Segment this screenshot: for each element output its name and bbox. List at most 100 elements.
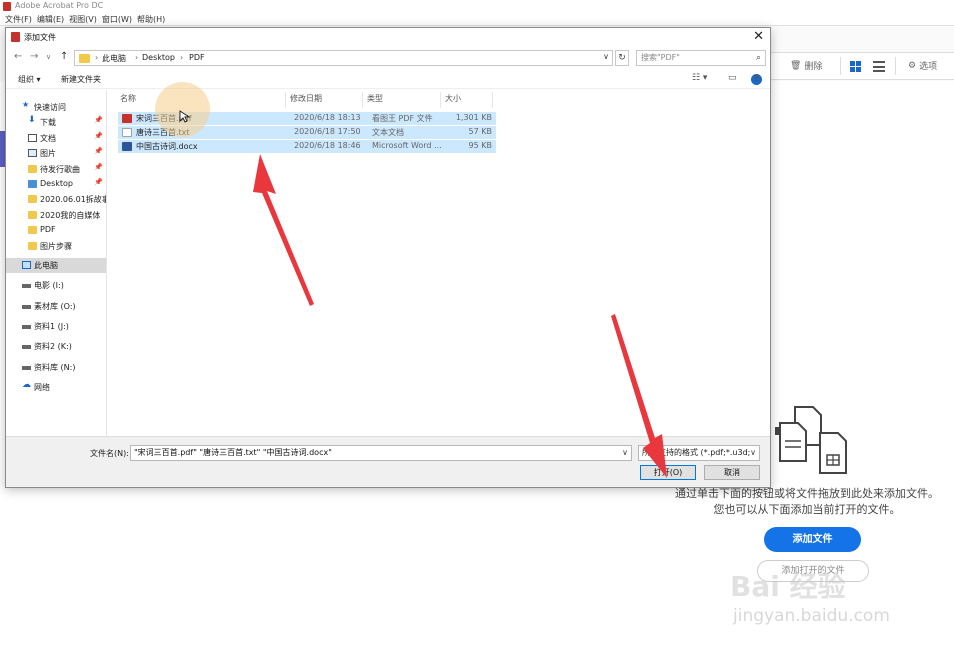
app-title: Adobe Acrobat Pro DC xyxy=(15,1,104,10)
watermark-url: jingyan.baidu.com xyxy=(733,606,890,626)
add-files-button[interactable]: 添加文件 xyxy=(764,527,861,552)
menu-file[interactable]: 文件(F) xyxy=(5,13,32,26)
list-view-button[interactable] xyxy=(873,61,885,72)
nav-drive-j[interactable]: 资料1 (J:) xyxy=(6,319,106,334)
breadcrumb-separator: › xyxy=(95,53,99,62)
drop-message-line2: 您也可以从下面添加当前打开的文件。 xyxy=(713,503,901,516)
nav-documents[interactable]: 文档 📌 xyxy=(6,131,106,146)
menu-help[interactable]: 帮助(H) xyxy=(137,13,165,26)
acrobat-icon xyxy=(11,32,20,42)
file-date: 2020/6/18 18:13 xyxy=(294,113,361,122)
folder-icon xyxy=(28,164,37,173)
combine-toolbar: 🗑 删除 ⚙ 选项 xyxy=(770,52,954,80)
filetype-select[interactable]: 所有支持的格式 (*.pdf;*.u3d;*. ∨ xyxy=(638,445,760,461)
file-date: 2020/6/18 18:46 xyxy=(294,141,361,150)
help-icon[interactable]: ? xyxy=(751,74,762,85)
grid-view-button[interactable] xyxy=(850,61,861,72)
nav-drive-k[interactable]: 资料2 (K:) xyxy=(6,339,106,354)
column-header-date[interactable]: 修改日期 xyxy=(286,92,363,108)
file-type: Microsoft Word ... xyxy=(372,141,442,150)
nav-this-pc[interactable]: 此电脑 xyxy=(6,257,106,274)
nav-folder-songs[interactable]: 待发行歌曲 📌 xyxy=(6,162,106,177)
organize-button[interactable]: 组织 ▾ xyxy=(18,74,41,85)
up-arrow-icon[interactable]: ↑ xyxy=(60,51,68,62)
nav-quick-access[interactable]: ★ 快速访问 xyxy=(6,100,106,115)
pin-icon[interactable]: 📌 xyxy=(94,116,103,124)
toolbar-divider-2 xyxy=(895,57,896,75)
search-placeholder: 搜索"PDF" xyxy=(641,53,680,62)
file-name: 唐诗三百首.txt xyxy=(136,128,190,137)
folder-icon xyxy=(28,241,37,250)
breadcrumb-this-pc[interactable]: 此电脑 xyxy=(102,53,126,64)
nav-folder-steps[interactable]: 图片步骤 xyxy=(6,239,106,254)
refresh-icon[interactable]: ↻ xyxy=(615,50,629,66)
breadcrumb-pdf[interactable]: PDF xyxy=(189,53,205,62)
download-icon: ⬇ xyxy=(28,115,36,126)
options-label: 选项 xyxy=(919,62,938,72)
txt-icon xyxy=(122,128,132,137)
close-icon[interactable]: ✕ xyxy=(753,29,764,44)
filetype-value: 所有支持的格式 (*.pdf;*.u3d;*. xyxy=(642,448,757,457)
view-options-icon[interactable]: ☷ ▾ xyxy=(692,73,707,83)
filename-input[interactable]: "宋词三百首.pdf" "唐诗三百首.txt" "中国古诗词.docx" ∨ xyxy=(130,445,632,461)
pin-icon[interactable]: 📌 xyxy=(94,178,103,186)
acrobat-logo-icon xyxy=(3,2,11,11)
gear-icon: ⚙ xyxy=(908,60,917,71)
pdf-icon xyxy=(122,114,132,123)
forward-arrow-icon[interactable]: → xyxy=(30,51,38,62)
file-type: 看图王 PDF 文件 xyxy=(372,114,433,123)
nav-drive-n[interactable]: 资料库 (N:) xyxy=(6,360,106,375)
search-input[interactable]: 搜索"PDF" ⌕ xyxy=(636,50,766,66)
preview-pane-icon[interactable]: ▭ xyxy=(728,73,737,83)
nav-desktop[interactable]: Desktop 📌 xyxy=(6,177,106,192)
nav-folder-stories[interactable]: 2020.06.01拆故事\ xyxy=(6,192,106,207)
address-bar[interactable]: › 此电脑 › Desktop › PDF ∨ xyxy=(74,50,613,66)
folder-icon xyxy=(79,54,90,63)
cancel-button[interactable]: 取消 xyxy=(704,465,760,480)
menu-view[interactable]: 视图(V) xyxy=(69,13,97,26)
recent-chevron-icon[interactable]: ∨ xyxy=(46,53,51,61)
options-button[interactable]: ⚙ 选项 xyxy=(908,59,938,73)
column-header-size[interactable]: 大小 xyxy=(441,92,493,108)
drop-message: 通过单击下面的按钮或将文件拖放到此处来添加文件。 您也可以从下面添加当前打开的文… xyxy=(660,486,954,518)
new-folder-button[interactable]: 新建文件夹 xyxy=(61,74,101,85)
back-arrow-icon[interactable]: ← xyxy=(14,51,22,62)
pin-icon[interactable]: 📌 xyxy=(94,147,103,155)
address-row: ← → ∨ ↑ › 此电脑 › Desktop › PDF ∨ ↻ 搜索"PDF… xyxy=(6,47,770,69)
toolbar-divider xyxy=(840,57,841,75)
nav-folder-media[interactable]: 2020我的自媒体 xyxy=(6,208,106,223)
dialog-bottom-bar: 文件名(N): "宋词三百首.pdf" "唐诗三百首.txt" "中国古诗词.d… xyxy=(6,436,770,487)
file-row-docx[interactable]: 中国古诗词.docx 2020/6/18 18:46 Microsoft Wor… xyxy=(118,140,496,153)
delete-button[interactable]: 🗑 删除 xyxy=(790,59,822,73)
chevron-down-icon[interactable]: ∨ xyxy=(622,446,628,460)
drive-icon xyxy=(22,365,31,370)
grid-view-icon xyxy=(850,61,861,72)
chevron-down-icon[interactable]: ∨ xyxy=(750,446,756,460)
pin-icon[interactable]: 📌 xyxy=(94,163,103,171)
app-menu-bar: 文件(F) 编辑(E) 视图(V) 窗口(W) 帮助(H) xyxy=(0,13,954,26)
breadcrumb-separator: › xyxy=(135,53,139,62)
nav-drive-o[interactable]: 素材库 (O:) xyxy=(6,299,106,314)
list-view-icon xyxy=(873,61,885,72)
folder-icon xyxy=(28,226,37,235)
open-button[interactable]: 打开(O) xyxy=(640,465,696,480)
file-size: 95 KB xyxy=(468,141,492,150)
breadcrumb-desktop[interactable]: Desktop xyxy=(142,53,175,62)
nav-downloads[interactable]: ⬇ 下载 📌 xyxy=(6,115,106,130)
search-icon: ⌕ xyxy=(755,53,761,63)
column-header-type[interactable]: 类型 xyxy=(363,92,441,108)
drive-icon xyxy=(22,345,31,350)
nav-pictures[interactable]: 图片 📌 xyxy=(6,146,106,161)
star-icon: ★ xyxy=(22,100,30,109)
menu-window[interactable]: 窗口(W) xyxy=(102,13,132,26)
drive-icon xyxy=(22,284,31,289)
nav-drive-i[interactable]: 电影 (I:) xyxy=(6,278,106,293)
command-bar: 组织 ▾ 新建文件夹 ☷ ▾ ▭ ? xyxy=(6,70,770,89)
chevron-down-icon[interactable]: ∨ xyxy=(603,52,609,61)
pin-icon[interactable]: 📌 xyxy=(94,132,103,140)
nav-folder-pdf[interactable]: PDF xyxy=(6,223,106,238)
dialog-title: 添加文件 xyxy=(24,33,56,42)
nav-network[interactable]: ☁ 网络 xyxy=(6,380,106,395)
menu-edit[interactable]: 编辑(E) xyxy=(37,13,64,26)
file-size: 57 KB xyxy=(468,127,492,136)
